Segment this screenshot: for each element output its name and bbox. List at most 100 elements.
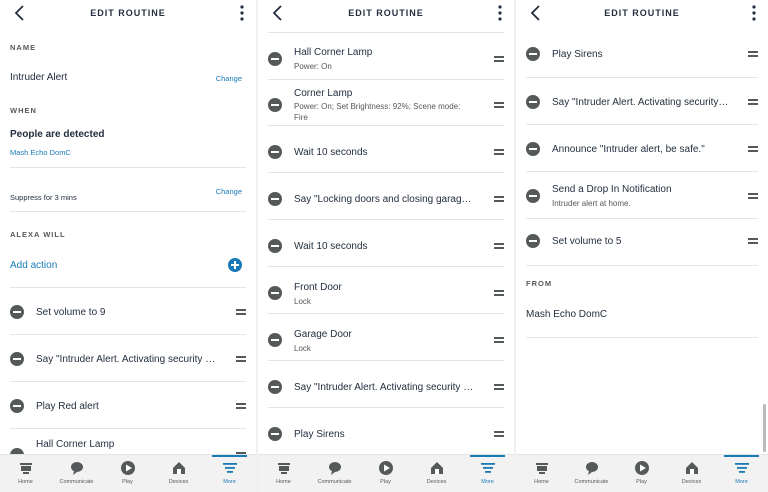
nav-home[interactable]: Home	[516, 455, 567, 492]
nav-home[interactable]: Home	[258, 455, 309, 492]
action-row[interactable]: Wait 10 seconds	[268, 220, 504, 267]
nav-label: Play	[636, 479, 647, 485]
nav-more[interactable]: More	[716, 455, 767, 492]
action-title: Front Door	[294, 282, 342, 293]
remove-action-icon[interactable]	[268, 286, 282, 300]
remove-action-icon[interactable]	[526, 142, 540, 156]
more-vertical-icon[interactable]	[494, 4, 506, 22]
action-row[interactable]: Front Door Lock	[268, 267, 504, 314]
suppress-change-link[interactable]: Change	[216, 187, 242, 196]
drag-handle-icon[interactable]	[494, 195, 504, 203]
drag-handle-icon[interactable]	[494, 430, 504, 438]
remove-action-icon[interactable]	[268, 98, 282, 112]
drag-handle-icon[interactable]	[494, 101, 504, 109]
action-title: Say "Intruder Alert. Activating security…	[36, 354, 218, 365]
from-section-label: FROM	[526, 279, 553, 288]
action-row[interactable]: Garage Door Lock	[268, 314, 504, 361]
menu-icon	[222, 460, 238, 476]
action-row[interactable]: Say "Locking doors and closing garage do…	[268, 173, 504, 220]
drag-handle-icon[interactable]	[236, 308, 246, 316]
action-row[interactable]: Hall Corner Lamp Power: On	[268, 33, 504, 80]
alexa-will-section-label: ALEXA WILL	[10, 230, 66, 239]
action-row[interactable]: Say "Intruder Alert. Activating security…	[268, 361, 504, 408]
remove-action-icon[interactable]	[268, 52, 282, 66]
drag-handle-icon[interactable]	[494, 55, 504, 63]
drag-handle-icon[interactable]	[494, 148, 504, 156]
action-row[interactable]: Play Red alert	[10, 382, 246, 429]
remove-action-icon[interactable]	[268, 239, 282, 253]
remove-action-icon[interactable]	[526, 189, 540, 203]
remove-action-icon[interactable]	[10, 305, 24, 319]
drag-handle-icon[interactable]	[494, 383, 504, 391]
play-icon	[120, 460, 136, 476]
trigger-device[interactable]: Mash Echo DomC	[10, 148, 71, 157]
drag-handle-icon[interactable]	[748, 98, 758, 106]
remove-action-icon[interactable]	[268, 192, 282, 206]
add-action-link[interactable]: Add action	[10, 260, 57, 271]
action-title: Play Sirens	[552, 49, 603, 60]
page-title: EDIT ROUTINE	[348, 8, 424, 18]
action-subtitle: Power: On; Set Brightness: 92%; Scene mo…	[294, 102, 461, 122]
menu-icon	[480, 460, 496, 476]
remove-action-icon[interactable]	[268, 145, 282, 159]
nav-more[interactable]: More	[462, 455, 513, 492]
remove-action-icon[interactable]	[268, 427, 282, 441]
nav-play[interactable]: Play	[360, 455, 411, 492]
action-row[interactable]: Set volume to 9	[10, 288, 246, 335]
remove-action-icon[interactable]	[526, 47, 540, 61]
remove-action-icon[interactable]	[10, 352, 24, 366]
nav-devices[interactable]: Devices	[666, 455, 717, 492]
nav-label: More	[735, 479, 748, 485]
drag-handle-icon[interactable]	[748, 50, 758, 58]
action-row[interactable]: Send a Drop In Notification Intruder ale…	[526, 172, 758, 219]
nav-devices[interactable]: Devices	[411, 455, 462, 492]
action-row[interactable]: Set volume to 5	[526, 219, 758, 266]
nav-play[interactable]: Play	[616, 455, 667, 492]
drag-handle-icon[interactable]	[494, 242, 504, 250]
bottom-nav: Home Communicate Play Devices More	[0, 454, 256, 492]
action-row[interactable]: Hall Corner Lamp	[10, 429, 246, 454]
more-vertical-icon[interactable]	[236, 4, 248, 22]
remove-action-icon[interactable]	[526, 234, 540, 248]
drag-handle-icon[interactable]	[748, 237, 758, 245]
nav-devices[interactable]: Devices	[153, 455, 204, 492]
drag-handle-icon[interactable]	[236, 402, 246, 410]
nav-label: More	[481, 479, 494, 485]
name-change-link[interactable]: Change	[216, 74, 242, 83]
remove-action-icon[interactable]	[268, 333, 282, 347]
nav-play[interactable]: Play	[102, 455, 153, 492]
action-row[interactable]: Play Sirens	[268, 408, 504, 454]
nav-communicate[interactable]: Communicate	[51, 455, 102, 492]
page-title: EDIT ROUTINE	[604, 8, 680, 18]
action-row[interactable]: Corner Lamp Power: On; Set Brightness: 9…	[268, 80, 504, 126]
drag-handle-icon[interactable]	[494, 289, 504, 297]
more-vertical-icon[interactable]	[748, 4, 760, 22]
action-row[interactable]: Say "Intruder Alert. Activating security…	[526, 78, 758, 125]
remove-action-icon[interactable]	[268, 380, 282, 394]
action-subtitle: Intruder alert at home.	[552, 199, 631, 208]
drag-handle-icon[interactable]	[748, 145, 758, 153]
action-title: Hall Corner Lamp	[294, 47, 373, 58]
action-subtitle: Lock	[294, 297, 311, 306]
add-action-plus-icon[interactable]	[228, 258, 242, 272]
nav-communicate[interactable]: Communicate	[309, 455, 360, 492]
trigger-title[interactable]: People are detected	[10, 129, 104, 140]
drag-handle-icon[interactable]	[748, 192, 758, 200]
drag-handle-icon[interactable]	[494, 336, 504, 344]
action-row[interactable]: Wait 10 seconds	[268, 126, 504, 173]
action-row[interactable]: Announce "Intruder alert, be safe."	[526, 125, 758, 172]
nav-communicate[interactable]: Communicate	[566, 455, 617, 492]
drag-handle-icon[interactable]	[236, 355, 246, 363]
nav-label: Home	[18, 479, 33, 485]
nav-home[interactable]: Home	[0, 455, 51, 492]
nav-label: Communicate	[574, 479, 609, 485]
remove-action-icon[interactable]	[10, 399, 24, 413]
action-row[interactable]: Say "Intruder Alert. Activating security…	[10, 335, 246, 382]
nav-more[interactable]: More	[204, 455, 255, 492]
nav-label: More	[223, 479, 236, 485]
nav-label: Home	[534, 479, 549, 485]
scrollbar[interactable]	[763, 404, 766, 452]
remove-action-icon[interactable]	[526, 95, 540, 109]
from-device[interactable]: Mash Echo DomC	[526, 309, 607, 320]
action-row[interactable]: Play Sirens	[526, 31, 758, 78]
